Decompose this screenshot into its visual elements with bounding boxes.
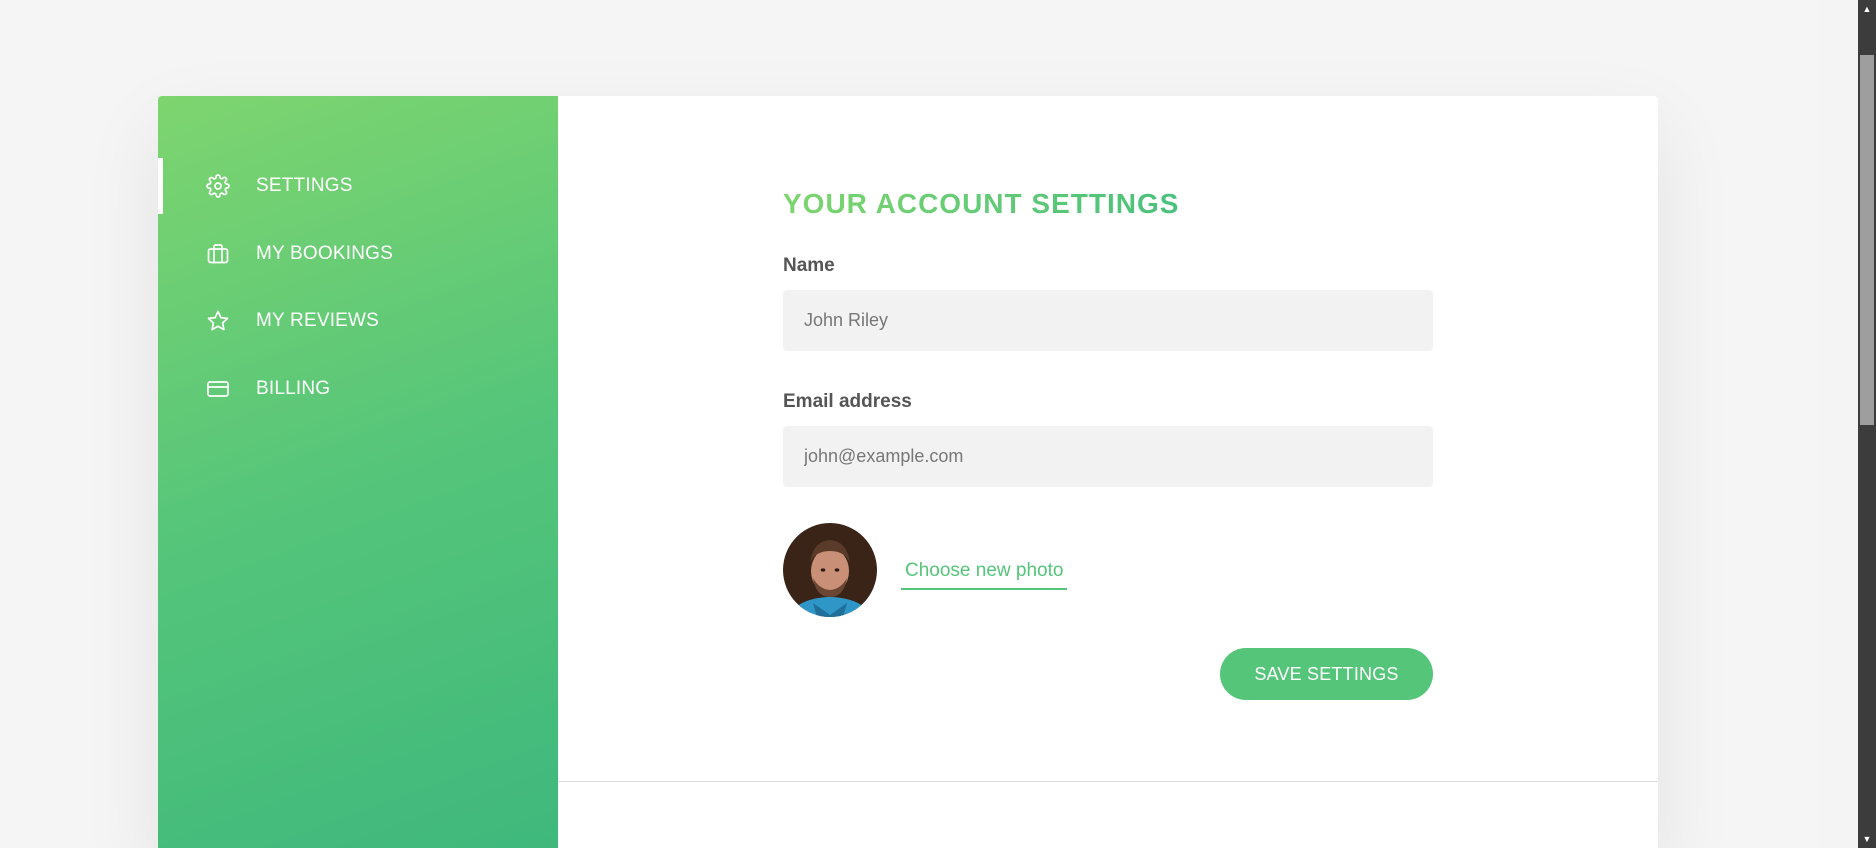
button-row: SAVE SETTINGS (783, 648, 1433, 700)
settings-content: YOUR ACCOUNT SETTINGS Name Email address (558, 96, 1658, 848)
account-settings-form: YOUR ACCOUNT SETTINGS Name Email address (783, 184, 1433, 700)
sidebar-item-billing[interactable]: BILLING (158, 361, 558, 417)
sidebar-item-settings[interactable]: SETTINGS (158, 158, 558, 214)
email-field[interactable] (783, 426, 1433, 487)
scrollbar-thumb[interactable] (1860, 55, 1874, 425)
sidebar: SETTINGS MY BOOKINGS MY REVIEWS BILLING (158, 96, 558, 848)
arrow-up-icon[interactable]: ▲ (1858, 0, 1876, 18)
sidebar-item-my-reviews[interactable]: MY REVIEWS (158, 293, 558, 349)
gear-icon (206, 174, 230, 198)
sidebar-item-label: SETTINGS (256, 175, 353, 196)
page-viewport: SETTINGS MY BOOKINGS MY REVIEWS BILLING … (0, 0, 1818, 848)
name-label: Name (783, 255, 835, 276)
photo-row: Choose new photo (783, 523, 1433, 617)
briefcase-icon (206, 242, 230, 266)
arrow-down-icon[interactable]: ▼ (1858, 830, 1876, 848)
save-settings-button[interactable]: SAVE SETTINGS (1220, 648, 1433, 700)
page-scrollbar[interactable]: ▲ ▼ (1858, 0, 1876, 848)
choose-photo-link[interactable]: Choose new photo (901, 557, 1068, 590)
avatar (783, 523, 877, 617)
page-title: YOUR ACCOUNT SETTINGS (783, 184, 1433, 224)
name-field[interactable] (783, 290, 1433, 351)
sidebar-nav: SETTINGS MY BOOKINGS MY REVIEWS BILLING (158, 158, 558, 428)
section-divider (558, 781, 1658, 782)
credit-card-icon (206, 377, 230, 401)
email-label: Email address (783, 391, 912, 412)
account-card: SETTINGS MY BOOKINGS MY REVIEWS BILLING … (158, 96, 1658, 848)
star-icon (206, 309, 230, 333)
sidebar-item-label: BILLING (256, 377, 331, 399)
sidebar-item-label: MY REVIEWS (256, 310, 380, 331)
sidebar-item-my-bookings[interactable]: MY BOOKINGS (158, 226, 558, 282)
sidebar-item-label: MY BOOKINGS (256, 242, 393, 264)
